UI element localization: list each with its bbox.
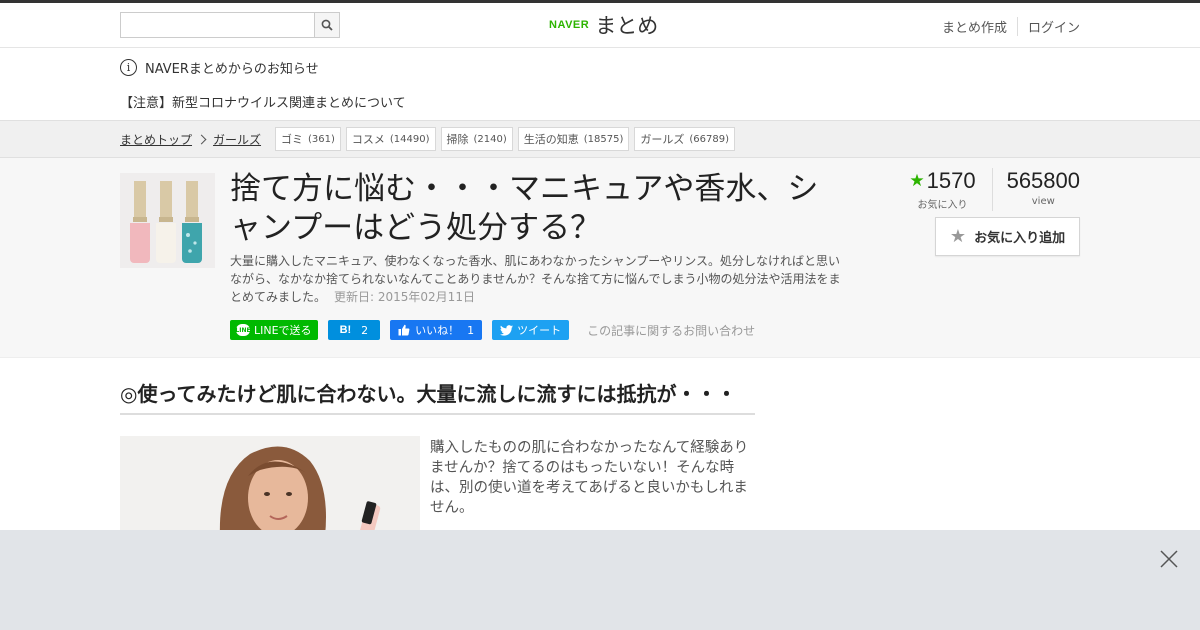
tag-item[interactable]: ガールズ (66789): [634, 127, 736, 151]
article-content: ◎使ってみたけど肌に合わない。大量に流しに流すには抵抗が・・・ 購入したものの肌…: [0, 358, 1200, 536]
header-links: まとめ作成 ログイン: [932, 17, 1080, 36]
article-stats: ★ 1570 お気に入り 565800 view: [909, 168, 1080, 211]
ad-banner: [0, 530, 1200, 630]
favorite-count: 1570: [926, 168, 976, 193]
tag-item[interactable]: コスメ (14490): [345, 127, 436, 151]
favorite-label: お気に入り: [917, 200, 968, 211]
category-bar: まとめトップ ガールズ ゴミ (361) コスメ (14490) 掃除 (2140) …: [0, 120, 1200, 158]
tag-item[interactable]: 掃除 (2140): [440, 127, 513, 151]
section-photo: [120, 436, 420, 536]
hatena-bookmark-button[interactable]: B! 2: [327, 320, 381, 340]
favorite-stat: ★ 1570 お気に入り: [909, 168, 993, 211]
line-icon: LINE: [235, 324, 251, 336]
view-stat: 565800 view: [993, 168, 1080, 211]
add-favorite-button[interactable]: ★ お気に入り追加: [935, 217, 1080, 256]
chevron-right-icon: [196, 134, 207, 145]
search-input[interactable]: [120, 12, 314, 38]
facebook-like-count: 1: [467, 323, 475, 337]
breadcrumb: まとめトップ ガールズ: [120, 131, 261, 148]
facebook-like-label: いいね！: [415, 324, 460, 337]
inquiry-link[interactable]: この記事に関するお問い合わせ: [587, 322, 755, 339]
hatena-icon: B!: [339, 324, 352, 336]
tag-name: コスメ: [351, 133, 385, 146]
star-icon: ★: [909, 171, 925, 190]
search-icon: [321, 19, 333, 31]
tag-count: (2140): [473, 133, 507, 145]
add-favorite-label: お気に入り追加: [974, 231, 1066, 246]
login-link[interactable]: ログイン: [1016, 17, 1080, 36]
section-body: 購入したものの肌に合わなかったなんて経験ありませんか？捨てるのはもったいない！そ…: [430, 440, 749, 516]
site-header: NAVER まとめ まとめ作成 ログイン: [0, 3, 1200, 48]
notice-area: i NAVERまとめからのお知らせ 【注意】新型コロナウイルス関連まとめについて: [0, 48, 1200, 120]
info-icon: i: [120, 59, 137, 76]
view-count: 565800: [1006, 168, 1080, 193]
tag-name: 掃除: [446, 133, 469, 146]
close-icon[interactable]: [1158, 548, 1180, 570]
notice-link[interactable]: 【注意】新型コロナウイルス関連まとめについて: [120, 92, 406, 111]
tag-count: (361): [308, 133, 335, 145]
tag-item[interactable]: 生活の知恵 (18575): [517, 127, 630, 151]
article-header: 捨て方に悩む・・・マニキュアや香水、シャンプーはどう処分する？ 大量に購入したマ…: [0, 158, 1200, 358]
share-bar: LINE LINEで送る B! 2 いいね！ 1 ツイート この記事に関するお問い合わ…: [230, 320, 755, 340]
nail-polish-image: [120, 173, 215, 268]
section-heading: ◎使ってみたけど肌に合わない。大量に流しに流すには抵抗が・・・: [120, 378, 755, 415]
view-label: view: [1031, 196, 1055, 207]
tag-item[interactable]: ゴミ (361): [275, 127, 341, 151]
tag-name: 生活の知恵: [523, 133, 579, 146]
tweet-label: ツイート: [517, 324, 562, 337]
tweet-button[interactable]: ツイート: [492, 320, 570, 340]
line-share-button[interactable]: LINE LINEで送る: [230, 320, 318, 340]
notice-title: NAVERまとめからのお知らせ: [145, 62, 319, 77]
article-title: 捨て方に悩む・・・マニキュアや香水、シャンプーはどう処分する？: [230, 171, 819, 246]
tag-list: ゴミ (361) コスメ (14490) 掃除 (2140) 生活の知恵 (18575)…: [275, 127, 740, 151]
breadcrumb-item-girls[interactable]: ガールズ: [213, 131, 261, 148]
thumbs-up-icon: [398, 324, 410, 336]
logo-naver: NAVER: [549, 19, 590, 31]
logo-matome: まとめ: [595, 14, 659, 38]
woman-photo-image: [120, 436, 420, 536]
tag-count: (66789): [689, 133, 730, 145]
twitter-bird-icon: [500, 324, 514, 336]
updated-date: 更新日: 2015年02月11日: [334, 290, 475, 304]
article-thumbnail: [120, 173, 215, 268]
create-matome-link[interactable]: まとめ作成: [932, 17, 1017, 36]
tag-name: ゴミ: [281, 133, 303, 146]
facebook-like-button[interactable]: いいね！ 1: [390, 320, 483, 340]
search-box: [120, 12, 340, 38]
tag-count: (18575): [583, 133, 624, 145]
line-share-label: LINEで送る: [254, 324, 312, 337]
site-logo[interactable]: NAVER まとめ: [549, 11, 658, 39]
article-description-text: 大量に購入したマニキュア、使わなくなった香水、肌にあわなかったシャンプーやリンス…: [230, 254, 841, 304]
tag-name: ガールズ: [640, 133, 685, 146]
breadcrumb-item-top[interactable]: まとめトップ: [120, 131, 192, 148]
tag-count: (14490): [389, 133, 430, 145]
search-button[interactable]: [314, 12, 340, 38]
article-description: 大量に購入したマニキュア、使わなくなった香水、肌にあわなかったシャンプーやリンス…: [230, 252, 850, 306]
star-outline-icon: ★: [949, 226, 967, 247]
notice-title-row: i NAVERまとめからのお知らせ: [120, 58, 319, 77]
hatena-count: 2: [361, 323, 369, 337]
